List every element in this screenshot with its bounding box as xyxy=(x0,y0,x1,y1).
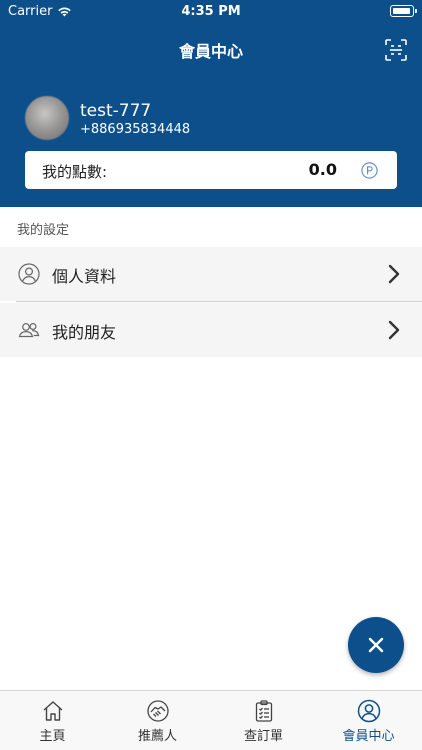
tab-member-center[interactable]: 會員中心 xyxy=(316,691,421,750)
status-bar: Carrier 4:35 PM xyxy=(0,0,422,22)
header: Carrier 4:35 PM 會員中心 test-777 +886935834… xyxy=(0,0,422,207)
points-label: 我的點數: xyxy=(42,163,108,181)
person-icon xyxy=(18,263,40,285)
profile-row[interactable]: 個人資料 xyxy=(0,247,422,301)
close-icon xyxy=(368,637,384,653)
tab-orders[interactable]: 查訂單 xyxy=(211,691,316,750)
friends-icon xyxy=(18,322,40,338)
phone-number: +886935834448 xyxy=(80,122,191,137)
user-circle-icon xyxy=(357,699,381,723)
profile-row-label: 個人資料 xyxy=(52,267,117,286)
status-time: 4:35 PM xyxy=(181,4,241,19)
username: test-777 xyxy=(80,101,152,121)
points-coin-icon xyxy=(361,162,378,179)
points-value: 0.0 xyxy=(308,160,337,179)
tab-orders-label: 查訂單 xyxy=(243,729,283,744)
page-title: 會員中心 xyxy=(178,42,243,61)
settings-section-label: 我的設定 xyxy=(17,223,70,238)
tab-bar: 主頁 推薦人 查訂單 會員中心 xyxy=(0,690,422,750)
tab-home[interactable]: 主頁 xyxy=(0,691,105,750)
handshake-icon xyxy=(147,700,169,722)
friends-row-label: 我的朋友 xyxy=(52,323,117,342)
divider xyxy=(16,301,422,302)
points-card[interactable]: 我的點數: 0.0 xyxy=(25,151,397,189)
close-fab-button[interactable] xyxy=(348,617,404,673)
home-icon xyxy=(43,701,63,721)
tab-referrer-label: 推薦人 xyxy=(137,729,177,744)
tab-home-label: 主頁 xyxy=(39,729,66,744)
chevron-right-icon xyxy=(388,320,400,340)
friends-row[interactable]: 我的朋友 xyxy=(0,303,422,357)
avatar[interactable] xyxy=(25,96,69,140)
tab-member-center-label: 會員中心 xyxy=(342,729,395,744)
battery-icon xyxy=(390,5,417,17)
scan-qr-icon[interactable] xyxy=(384,38,408,62)
clipboard-icon xyxy=(255,700,273,722)
chevron-right-icon xyxy=(388,264,400,284)
tab-referrer[interactable]: 推薦人 xyxy=(105,691,210,750)
